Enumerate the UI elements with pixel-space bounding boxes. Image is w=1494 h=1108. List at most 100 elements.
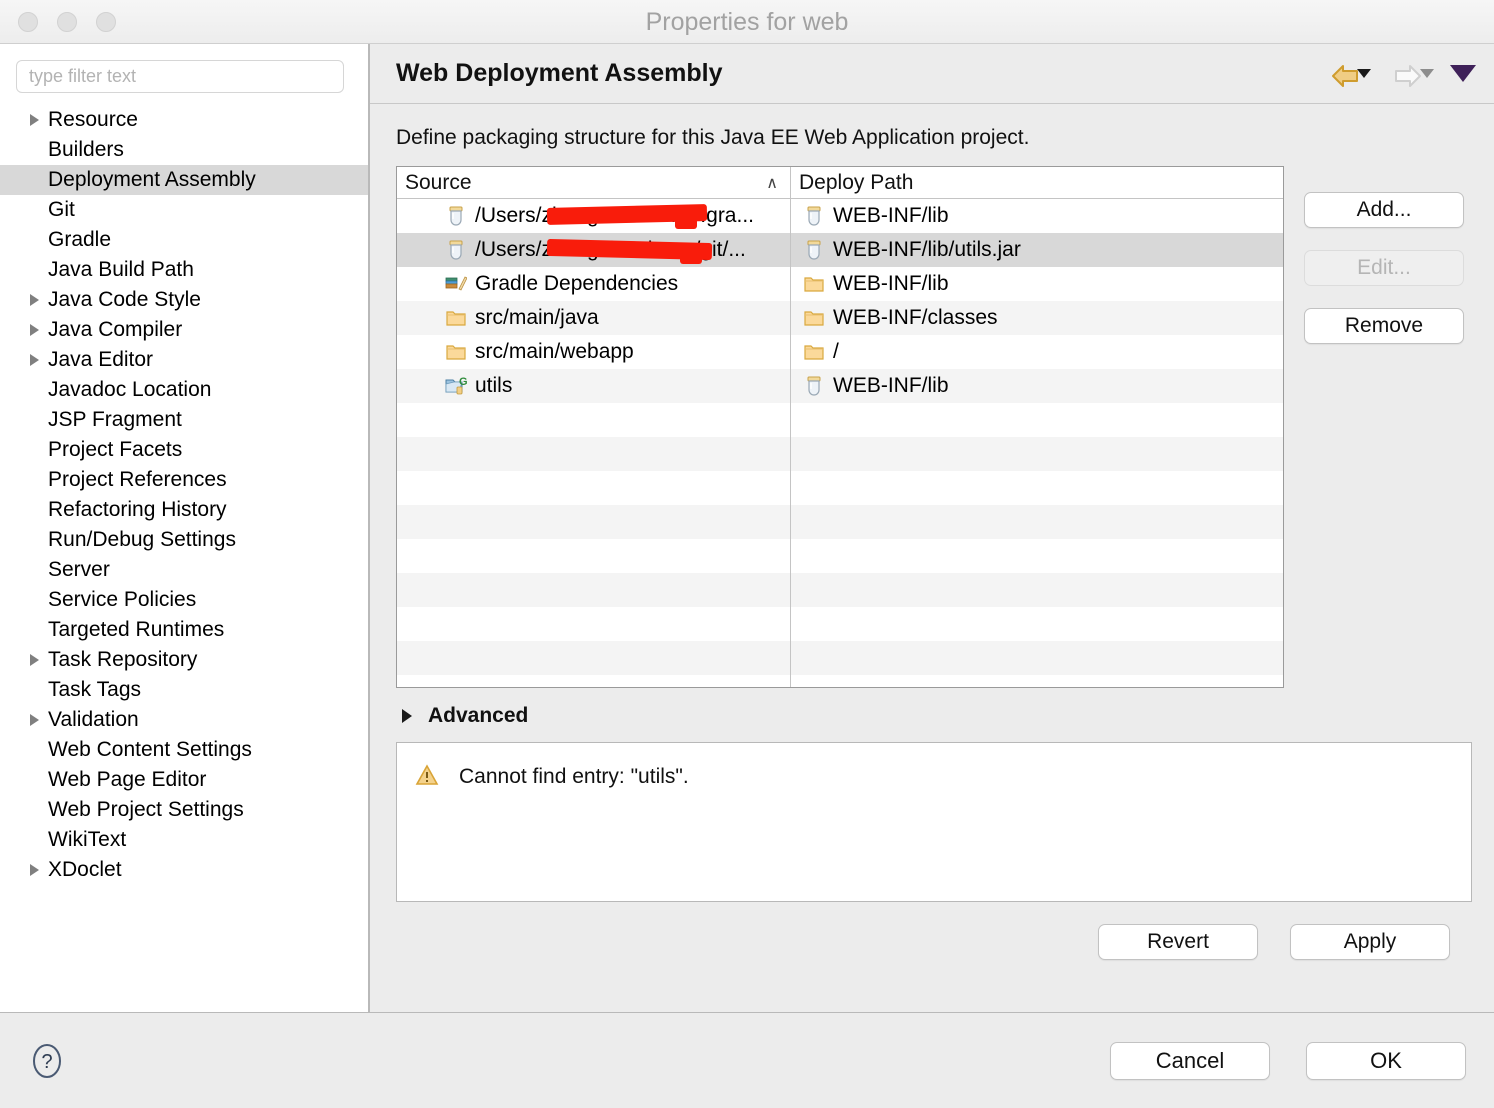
chevron-right-icon[interactable] [30, 714, 39, 726]
table-row[interactable]: Gradle Dependencies WEB-INF/lib [397, 267, 1283, 301]
cell-source[interactable]: src/main/java [397, 301, 791, 335]
cell-deploy-path[interactable]: WEB-INF/lib [791, 369, 1283, 403]
table-row-empty[interactable] [397, 573, 1283, 607]
apply-button[interactable]: Apply [1290, 924, 1450, 960]
redaction-mark [675, 215, 697, 229]
cell-deploy-path[interactable]: WEB-INF/classes [791, 301, 1283, 335]
apply-buttons: Revert Apply [396, 924, 1450, 960]
add-button[interactable]: Add... [1304, 192, 1464, 228]
table-action-buttons: Add... Edit... Remove [1304, 166, 1464, 688]
advanced-label: Advanced [428, 704, 529, 727]
sidebar-item-server[interactable]: Server [0, 555, 368, 585]
cell-source[interactable]: Gradle Dependencies [397, 267, 791, 301]
ok-button[interactable]: OK [1306, 1041, 1466, 1080]
cell-source [397, 471, 791, 505]
sidebar-item-xdoclet[interactable]: XDoclet [0, 855, 368, 885]
table-row-empty[interactable] [397, 675, 1283, 687]
sidebar-item-targeted-runtimes[interactable]: Targeted Runtimes [0, 615, 368, 645]
sidebar-item-wikitext[interactable]: WikiText [0, 825, 368, 855]
sidebar-item-java-code-style[interactable]: Java Code Style [0, 285, 368, 315]
table-row[interactable]: /Users/zhangxiansheng/.gra... WEB-INF/lib [397, 199, 1283, 233]
sidebar-item-run-debug-settings[interactable]: Run/Debug Settings [0, 525, 368, 555]
sidebar-item-project-facets[interactable]: Project Facets [0, 435, 368, 465]
cancel-button[interactable]: Cancel [1110, 1041, 1270, 1080]
cell-deploy-path-text: WEB-INF/lib [833, 204, 949, 227]
page-description: Define packaging structure for this Java… [396, 126, 1030, 149]
column-header-deploy-path[interactable]: Deploy Path [791, 167, 1283, 198]
sidebar-item-task-tags[interactable]: Task Tags [0, 675, 368, 705]
cell-source[interactable]: /Users/zhangxiansheng/git/... [397, 233, 791, 267]
cell-deploy-path[interactable]: WEB-INF/lib [791, 267, 1283, 301]
table-row[interactable]: src/main/webapp / [397, 335, 1283, 369]
cell-deploy-path[interactable]: WEB-INF/lib [791, 199, 1283, 233]
window-titlebar[interactable]: Properties for web [0, 0, 1494, 44]
sort-ascending-icon[interactable]: ∧ [766, 173, 778, 193]
sidebar-item-refactoring-history[interactable]: Refactoring History [0, 495, 368, 525]
sidebar-item-task-repository[interactable]: Task Repository [0, 645, 368, 675]
settings-tree: Resource Builders Deployment Assembly Git Gr… [0, 105, 368, 885]
sidebar-item-builders[interactable]: Builders [0, 135, 368, 165]
chevron-right-icon[interactable] [30, 294, 39, 306]
cell-source[interactable]: /Users/zhangxiansheng/.gra... [397, 199, 791, 233]
table-row[interactable]: Gutils WEB-INF/lib [397, 369, 1283, 403]
warning-triangle-icon [415, 763, 439, 787]
sidebar-item-label: Web Content Settings [48, 738, 252, 761]
revert-button[interactable]: Revert [1098, 924, 1258, 960]
sidebar-item-web-content-settings[interactable]: Web Content Settings [0, 735, 368, 765]
sidebar-item-javadoc-location[interactable]: Javadoc Location [0, 375, 368, 405]
column-header-source[interactable]: Source ∧ [397, 167, 791, 198]
window-title: Properties for web [645, 8, 849, 36]
cell-deploy-path [791, 641, 1283, 675]
sidebar-item-jsp-fragment[interactable]: JSP Fragment [0, 405, 368, 435]
cell-deploy-path[interactable]: / [791, 335, 1283, 369]
sidebar-item-web-page-editor[interactable]: Web Page Editor [0, 765, 368, 795]
table-row-empty[interactable] [397, 471, 1283, 505]
back-nav-group[interactable] [1328, 61, 1373, 87]
chevron-right-icon[interactable] [30, 354, 39, 366]
table-row-empty[interactable] [397, 505, 1283, 539]
chevron-right-icon[interactable] [30, 654, 39, 666]
forward-nav-group[interactable] [1391, 61, 1436, 87]
cell-deploy-path [791, 573, 1283, 607]
help-question-icon[interactable]: ? [28, 1042, 66, 1080]
sidebar-item-label: Deployment Assembly [48, 168, 256, 191]
edit-button[interactable]: Edit... [1304, 250, 1464, 286]
sidebar-item-gradle[interactable]: Gradle [0, 225, 368, 255]
table-row-empty[interactable] [397, 539, 1283, 573]
table-row-empty[interactable] [397, 403, 1283, 437]
cell-deploy-path[interactable]: WEB-INF/lib/utils.jar [791, 233, 1283, 267]
cell-source[interactable]: src/main/webapp [397, 335, 791, 369]
table-row[interactable]: src/main/java WEB-INF/classes [397, 301, 1283, 335]
sidebar-item-java-compiler[interactable]: Java Compiler [0, 315, 368, 345]
cell-source[interactable]: Gutils [397, 369, 791, 403]
back-arrow-icon[interactable] [1330, 63, 1358, 87]
sidebar-item-java-build-path[interactable]: Java Build Path [0, 255, 368, 285]
chevron-right-icon[interactable] [30, 324, 39, 336]
sidebar-item-service-policies[interactable]: Service Policies [0, 585, 368, 615]
table-row-empty[interactable] [397, 607, 1283, 641]
filter-input[interactable] [16, 60, 344, 93]
sidebar-item-project-references[interactable]: Project References [0, 465, 368, 495]
sidebar-item-java-editor[interactable]: Java Editor [0, 345, 368, 375]
assembly-table[interactable]: Source ∧ Deploy Path /Users/zhangxianshe… [396, 166, 1284, 688]
cell-deploy-path [791, 403, 1283, 437]
remove-button[interactable]: Remove [1304, 308, 1464, 344]
chevron-right-icon[interactable] [30, 864, 39, 876]
sidebar-item-validation[interactable]: Validation [0, 705, 368, 735]
forward-arrow-icon[interactable] [1393, 63, 1421, 87]
cell-deploy-path-text: / [833, 340, 839, 363]
table-row-empty[interactable] [397, 437, 1283, 471]
sidebar-item-deployment-assembly[interactable]: Deployment Assembly [0, 165, 368, 195]
gradle-project-icon: G [445, 375, 467, 397]
sidebar-item-label: Java Build Path [48, 258, 194, 281]
chevron-right-icon[interactable] [30, 114, 39, 126]
sidebar-item-web-project-settings[interactable]: Web Project Settings [0, 795, 368, 825]
chevron-right-icon[interactable] [402, 709, 412, 723]
advanced-section-toggle[interactable]: Advanced [402, 704, 1472, 728]
table-row-empty[interactable] [397, 641, 1283, 675]
sidebar-item-label: Git [48, 198, 75, 221]
chevron-down-large-icon[interactable] [1450, 65, 1476, 82]
sidebar-item-resource[interactable]: Resource [0, 105, 368, 135]
sidebar-item-git[interactable]: Git [0, 195, 368, 225]
table-row[interactable]: /Users/zhangxiansheng/git/... WEB-INF/lib… [397, 233, 1283, 267]
